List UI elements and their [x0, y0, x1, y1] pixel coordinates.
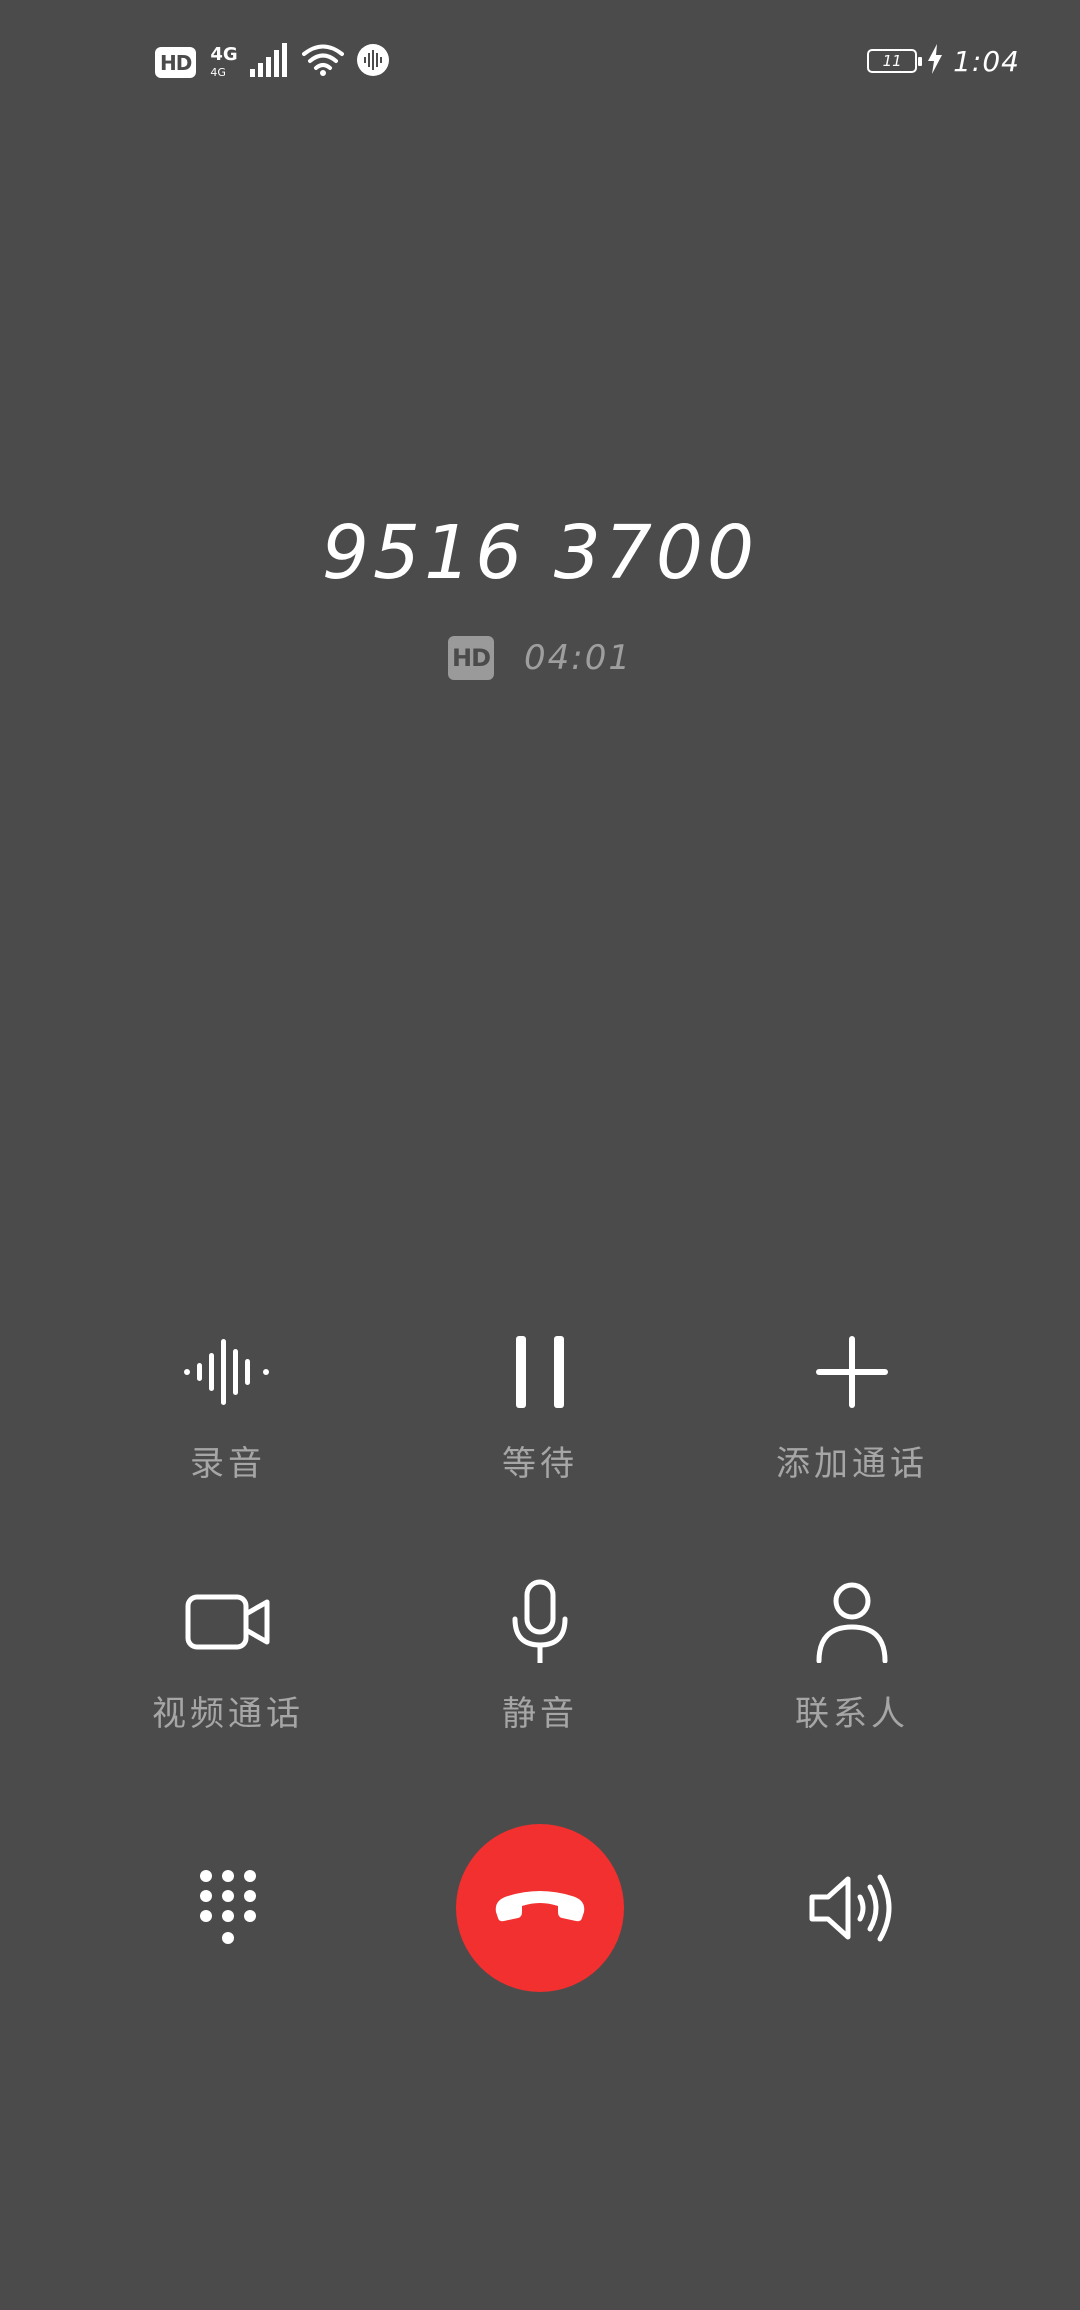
wifi-icon: [302, 43, 345, 81]
add-call-label: 添加通话: [776, 1444, 928, 1484]
record-button[interactable]: 录音: [98, 1322, 358, 1485]
record-icon: [178, 1322, 278, 1422]
call-duration: 04:01: [524, 638, 632, 678]
network-type-indicator: 4G 4G: [208, 42, 238, 82]
status-bar-left: HD 4G 4G: [155, 40, 390, 84]
hd-call-badge: HD: [448, 636, 494, 680]
contacts-label: 联系人: [795, 1694, 909, 1734]
add-call-button[interactable]: 添加通话: [722, 1322, 982, 1485]
hd-voice-indicator: HD: [155, 46, 197, 78]
plus-icon: [802, 1322, 902, 1422]
call-meta: HD 04:01: [0, 636, 1080, 680]
caller-number: 9516 3700: [321, 510, 759, 596]
pause-icon: [490, 1322, 590, 1422]
hold-label: 等待: [502, 1444, 578, 1484]
signal-strength-icon: [250, 43, 290, 81]
video-camera-icon: [178, 1572, 278, 1672]
battery-icon: 11: [867, 49, 923, 73]
status-bar-right: 11 1:04: [867, 44, 1020, 78]
mute-label: 静音: [502, 1694, 578, 1734]
speaker-icon: [808, 1873, 898, 1947]
speaker-button[interactable]: [798, 1860, 908, 1960]
status-bar: HD 4G 4G 11 1:04: [0, 0, 1080, 120]
video-call-label: 视频通话: [152, 1694, 304, 1734]
contacts-button[interactable]: 联系人: [722, 1572, 982, 1735]
battery-level: 11: [882, 51, 902, 70]
end-call-button[interactable]: [456, 1824, 624, 1992]
call-recording-status-icon: [356, 43, 390, 81]
network-sub-label: 4G: [210, 66, 226, 79]
charging-bolt-icon: [927, 44, 943, 78]
microphone-icon: [490, 1572, 590, 1672]
keypad-icon: [198, 1868, 258, 1952]
network-type-label: 4G: [210, 44, 238, 65]
person-icon: [802, 1572, 902, 1672]
end-call-icon: [490, 1886, 590, 1930]
keypad-button[interactable]: [178, 1860, 278, 1960]
hold-button[interactable]: 等待: [410, 1322, 670, 1485]
record-label: 录音: [190, 1444, 266, 1484]
status-time: 1:04: [953, 44, 1020, 78]
mute-button[interactable]: 静音: [410, 1572, 670, 1735]
video-call-button[interactable]: 视频通话: [98, 1572, 358, 1735]
